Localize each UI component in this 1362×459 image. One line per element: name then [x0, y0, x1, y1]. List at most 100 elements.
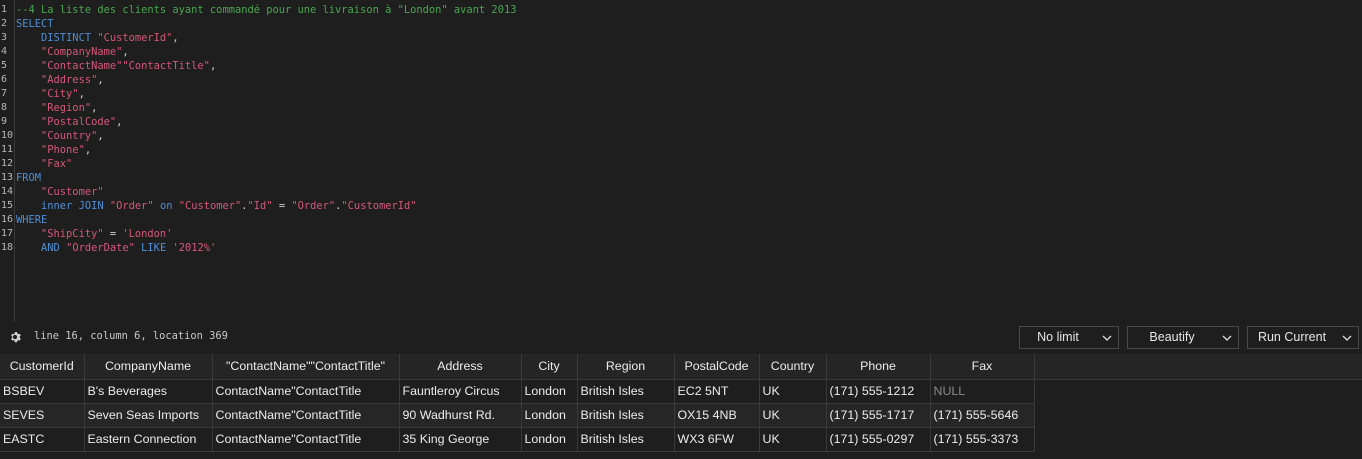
table-cell[interactable]: ContactName"ContactTitle [212, 403, 400, 428]
column-header[interactable]: Phone [826, 354, 931, 380]
code-token: "CompanyName" [41, 46, 123, 58]
line-number: 12 [1, 158, 14, 169]
line-number: 18 [1, 242, 14, 253]
code-line[interactable]: DISTINCT "CustomerId", [16, 31, 1362, 45]
code-line[interactable]: "PostalCode", [16, 115, 1362, 129]
chevron-down-icon[interactable] [1222, 333, 1232, 343]
code-token: , [97, 130, 104, 142]
code-token: "City" [41, 88, 79, 100]
table-cell[interactable]: UK [759, 403, 827, 428]
table-cell[interactable]: (171) 555-0297 [826, 427, 931, 452]
code-line[interactable]: --4 La liste des clients ayant commandé … [16, 3, 1362, 17]
code-line[interactable]: "City", [16, 87, 1362, 101]
chevron-down-icon[interactable] [1342, 333, 1352, 343]
table-cell[interactable]: OX15 4NB [674, 403, 760, 428]
line-number: 11 [1, 144, 14, 155]
code-token: , [97, 74, 104, 86]
line-number: 9 [1, 116, 8, 127]
code-token: FROM [16, 172, 42, 184]
table-cell[interactable]: NULL [930, 379, 1035, 404]
table-cell[interactable]: EASTC [0, 427, 85, 452]
chevron-down-icon [1102, 335, 1112, 341]
code-line[interactable]: WHERE [16, 213, 1362, 227]
table-cell[interactable]: ContactName"ContactTitle [212, 379, 400, 404]
table-cell[interactable]: WX3 6FW [674, 427, 760, 452]
code-token: "Customer" [178, 200, 242, 212]
table-cell[interactable]: (171) 555-5646 [930, 403, 1035, 428]
line-number: 6 [1, 74, 8, 85]
column-header[interactable]: Country [759, 354, 827, 380]
code-line[interactable]: "Customer" [16, 185, 1362, 199]
table-cell[interactable]: Fauntleroy Circus [399, 379, 522, 404]
code-line[interactable]: "CompanyName", [16, 45, 1362, 59]
beautify-button[interactable]: Beautify [1127, 326, 1239, 349]
table-cell[interactable]: BSBEV [0, 379, 85, 404]
table-cell[interactable]: (171) 555-1212 [826, 379, 931, 404]
table-cell[interactable]: (171) 555-1717 [826, 403, 931, 428]
code-token: , [122, 46, 129, 58]
table-cell[interactable]: British Isles [577, 403, 675, 428]
results-grid: CustomerId CompanyName "ContactName""Conta… [0, 354, 1362, 459]
row-filler [1034, 379, 1362, 403]
column-header[interactable]: Fax [930, 354, 1035, 380]
table-cell[interactable]: 35 King George [399, 427, 522, 452]
table-cell[interactable]: B's Beverages [84, 379, 213, 404]
code-token: DISTINCT [41, 32, 92, 44]
code-token: "Order" [291, 200, 336, 212]
sql-editor[interactable]: 1 2 3 4 5 6 7 8 9 10 11 12 13 14 15 16 17 18 --4 La liste… [0, 0, 1362, 322]
table-cell[interactable]: ContactName"ContactTitle [212, 427, 400, 452]
table-cell[interactable]: British Isles [577, 379, 675, 404]
code-line[interactable]: "ContactName""ContactTitle", [16, 59, 1362, 73]
table-cell[interactable]: London [521, 379, 578, 404]
code-line[interactable]: "Address", [16, 73, 1362, 87]
code-line[interactable]: "Fax" [16, 157, 1362, 171]
code-line[interactable]: SELECT [16, 17, 1362, 31]
table-cell[interactable]: London [521, 403, 578, 428]
table-cell[interactable]: British Isles [577, 427, 675, 452]
table-row[interactable]: SEVES Seven Seas Imports ContactName"Conta… [0, 403, 1362, 428]
table-cell[interactable]: UK [759, 379, 827, 404]
run-current-label: Run Current [1257, 330, 1327, 344]
code-line[interactable]: "ShipCity" = 'London' [16, 227, 1362, 241]
column-header-filler [1034, 354, 1362, 380]
code-token: , [172, 32, 179, 44]
table-row[interactable]: EASTC Eastern Connection ContactName"Conta… [0, 427, 1362, 452]
table-cell[interactable]: (171) 555-3373 [930, 427, 1035, 452]
code-token: , [84, 144, 92, 156]
table-row[interactable]: BSBEV B's Beverages ContactName"ContactTit… [0, 379, 1362, 404]
table-cell[interactable]: UK [759, 427, 827, 452]
table-cell[interactable]: SEVES [0, 403, 85, 428]
code-line[interactable]: "Country", [16, 129, 1362, 143]
line-number: 10 [1, 130, 14, 141]
column-header[interactable]: Address [399, 354, 522, 380]
column-header[interactable]: Region [577, 354, 675, 380]
code-line[interactable]: AND "OrderDate" LIKE '2012%' [16, 241, 1362, 255]
column-header[interactable]: "ContactName""ContactTitle" [212, 354, 400, 380]
code-line[interactable]: "Region", [16, 101, 1362, 115]
code-line[interactable]: inner JOIN "Order" on "Customer"."Id" = … [16, 199, 1362, 213]
table-cell[interactable]: EC2 5NT [674, 379, 760, 404]
run-current-button[interactable]: Run Current [1247, 326, 1359, 349]
table-cell[interactable]: London [521, 427, 578, 452]
line-number: 4 [1, 46, 8, 57]
table-cell[interactable]: 90 Wadhurst Rd. [399, 403, 522, 428]
code-line[interactable]: FROM [16, 171, 1362, 185]
column-header[interactable]: CustomerId [0, 354, 85, 380]
column-header[interactable]: CompanyName [84, 354, 213, 380]
row-limit-select[interactable]: No limit [1019, 326, 1119, 349]
code-token: , [91, 102, 98, 114]
gutter-divider [14, 0, 15, 322]
column-header[interactable]: City [521, 354, 578, 380]
gear-icon[interactable] [9, 331, 21, 343]
beautify-label: Beautify [1149, 330, 1195, 344]
table-cell[interactable]: Eastern Connection [84, 427, 213, 452]
code-area[interactable]: --4 La liste des clients ayant commandé … [16, 3, 1362, 255]
column-header[interactable]: PostalCode [674, 354, 760, 380]
table-cell[interactable]: Seven Seas Imports [84, 403, 213, 428]
code-token: "Phone" [41, 144, 85, 156]
code-line[interactable]: "Phone", [16, 143, 1362, 157]
